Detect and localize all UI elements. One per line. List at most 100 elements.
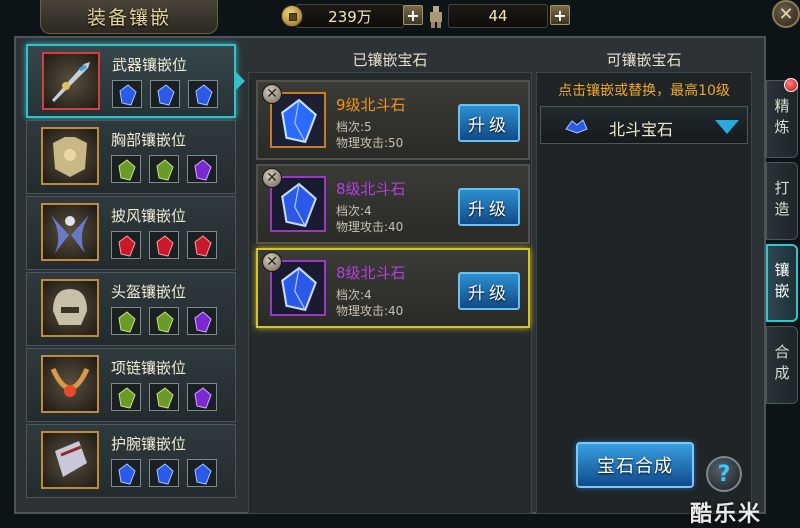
chevron-down-icon <box>715 120 739 134</box>
gem-name: 9级北斗石 <box>336 96 406 114</box>
equipment-name: 胸部镶嵌位 <box>111 131 187 149</box>
blue-gem-icon <box>156 463 174 485</box>
gem-slots <box>111 383 217 411</box>
purple-gem-icon <box>194 311 212 333</box>
equipment-name: 武器镶嵌位 <box>112 56 188 74</box>
close-button[interactable]: ✕ <box>772 0 800 28</box>
upgrade-button[interactable]: 升级 <box>458 188 520 226</box>
currency-display: 239万 <box>296 4 404 28</box>
blue-gem-icon <box>118 463 136 485</box>
red-gem-icon <box>156 235 174 257</box>
gem-attribute: 物理攻击:40 <box>336 220 404 234</box>
help-button[interactable]: ? <box>706 456 742 492</box>
currency-amount: 239万 <box>328 7 372 26</box>
gem-slot[interactable] <box>187 231 217 259</box>
blue-gem-icon <box>281 266 317 312</box>
gem-attribute: 物理攻击:50 <box>336 136 404 150</box>
upgrade-button[interactable]: 升级 <box>458 272 520 310</box>
gem-tier: 档次:4 <box>336 204 372 218</box>
cape-icon <box>41 203 99 261</box>
weapon-icon <box>42 52 100 110</box>
inlaid-gems-header: 已镶嵌宝石 <box>352 50 428 69</box>
equipment-name: 头盔镶嵌位 <box>111 283 187 301</box>
red-gem-icon <box>194 235 212 257</box>
gem-slot[interactable] <box>111 155 141 183</box>
gem-synthesis-button[interactable]: 宝石合成 <box>576 442 694 488</box>
stat-display: 44 <box>448 4 548 28</box>
remove-gem-button[interactable]: ✕ <box>262 252 282 272</box>
chest-armor-icon <box>41 127 99 185</box>
equipment-inlay-window: 装备镶嵌 239万 + 44 + ✕ 武器镶嵌位 胸部镶嵌位 披风镶嵌位 头盔镶… <box>0 0 800 527</box>
inlaid-gem-card[interactable]: ✕ 8级北斗石 档次:4 物理攻击:40 升级 <box>256 164 530 244</box>
green-gem-icon <box>118 159 136 181</box>
blue-gem-icon <box>194 463 212 485</box>
upgrade-button[interactable]: 升级 <box>458 104 520 142</box>
tab-refine[interactable]: 精炼 <box>766 80 798 158</box>
add-currency-button[interactable]: + <box>403 5 423 25</box>
gem-slots <box>112 80 218 108</box>
gem-slot[interactable] <box>187 383 217 411</box>
available-gems-header: 可镶嵌宝石 <box>606 50 682 69</box>
equipment-row-chest[interactable]: 胸部镶嵌位 <box>26 120 236 194</box>
notification-dot-icon <box>784 78 798 92</box>
add-stat-button[interactable]: + <box>550 5 570 25</box>
window-title: 装备镶嵌 <box>40 0 218 34</box>
purple-gem-icon <box>194 159 212 181</box>
gem-slot[interactable] <box>187 155 217 183</box>
gem-slot[interactable] <box>111 383 141 411</box>
gem-slot[interactable] <box>188 80 218 108</box>
figure-icon <box>430 6 442 28</box>
purple-gem-icon <box>194 387 212 409</box>
gem-slots <box>111 155 217 183</box>
gem-slot[interactable] <box>149 459 179 487</box>
gem-slot[interactable] <box>111 307 141 335</box>
gem-slot[interactable] <box>149 231 179 259</box>
green-gem-icon <box>118 387 136 409</box>
equipment-row-bracer[interactable]: 护腕镶嵌位 <box>26 424 236 498</box>
equipment-row-cape[interactable]: 披风镶嵌位 <box>26 196 236 270</box>
stat-amount: 44 <box>488 7 508 25</box>
tab-forge[interactable]: 打造 <box>766 162 798 240</box>
green-gem-icon <box>156 311 174 333</box>
gem-slots <box>111 459 217 487</box>
green-gem-icon <box>118 311 136 333</box>
blue-gem-icon <box>281 182 317 228</box>
gem-slot[interactable] <box>111 459 141 487</box>
gem-slot[interactable] <box>149 383 179 411</box>
blue-gem-icon <box>157 84 175 106</box>
helmet-icon <box>41 279 99 337</box>
gem-slot[interactable] <box>187 459 217 487</box>
coin-icon <box>281 5 303 27</box>
gem-slot[interactable] <box>149 307 179 335</box>
gem-slot[interactable] <box>187 307 217 335</box>
selection-arrow-icon <box>236 72 245 90</box>
gem-name: 8级北斗石 <box>336 180 406 198</box>
gem-slot[interactable] <box>150 80 180 108</box>
necklace-icon <box>41 355 99 413</box>
red-gem-icon <box>118 235 136 257</box>
remove-gem-button[interactable]: ✕ <box>262 168 282 188</box>
blue-gem-icon <box>281 98 317 144</box>
watermark: 酷乐米 <box>690 502 763 527</box>
gem-thumbnail-icon <box>565 119 588 134</box>
remove-gem-button[interactable]: ✕ <box>262 84 282 104</box>
equipment-row-helmet[interactable]: 头盔镶嵌位 <box>26 272 236 346</box>
inlaid-gem-card[interactable]: ✕ 9级北斗石 档次:5 物理攻击:50 升级 <box>256 80 530 160</box>
green-gem-icon <box>156 387 174 409</box>
equipment-row-weapon[interactable]: 武器镶嵌位 <box>26 44 236 118</box>
inlaid-gem-card-selected[interactable]: ✕ 8级北斗石 档次:4 物理攻击:40 升级 <box>256 248 530 328</box>
bracer-icon <box>41 431 99 489</box>
gem-slot[interactable] <box>112 80 142 108</box>
inlay-hint: 点击镶嵌或替换，最高10级 <box>558 83 730 99</box>
equipment-row-necklace[interactable]: 项链镶嵌位 <box>26 348 236 422</box>
tab-synthesis[interactable]: 合成 <box>766 326 798 404</box>
equipment-name: 项链镶嵌位 <box>111 359 187 377</box>
gem-slot[interactable] <box>149 155 179 183</box>
gem-tier: 档次:4 <box>336 288 372 302</box>
blue-gem-icon <box>119 84 137 106</box>
gem-slot[interactable] <box>111 231 141 259</box>
gem-type-dropdown[interactable]: 北斗宝石 <box>540 106 748 144</box>
equipment-name: 护腕镶嵌位 <box>111 435 187 453</box>
blue-gem-icon <box>195 84 213 106</box>
tab-inlay[interactable]: 镶嵌 <box>766 244 798 322</box>
